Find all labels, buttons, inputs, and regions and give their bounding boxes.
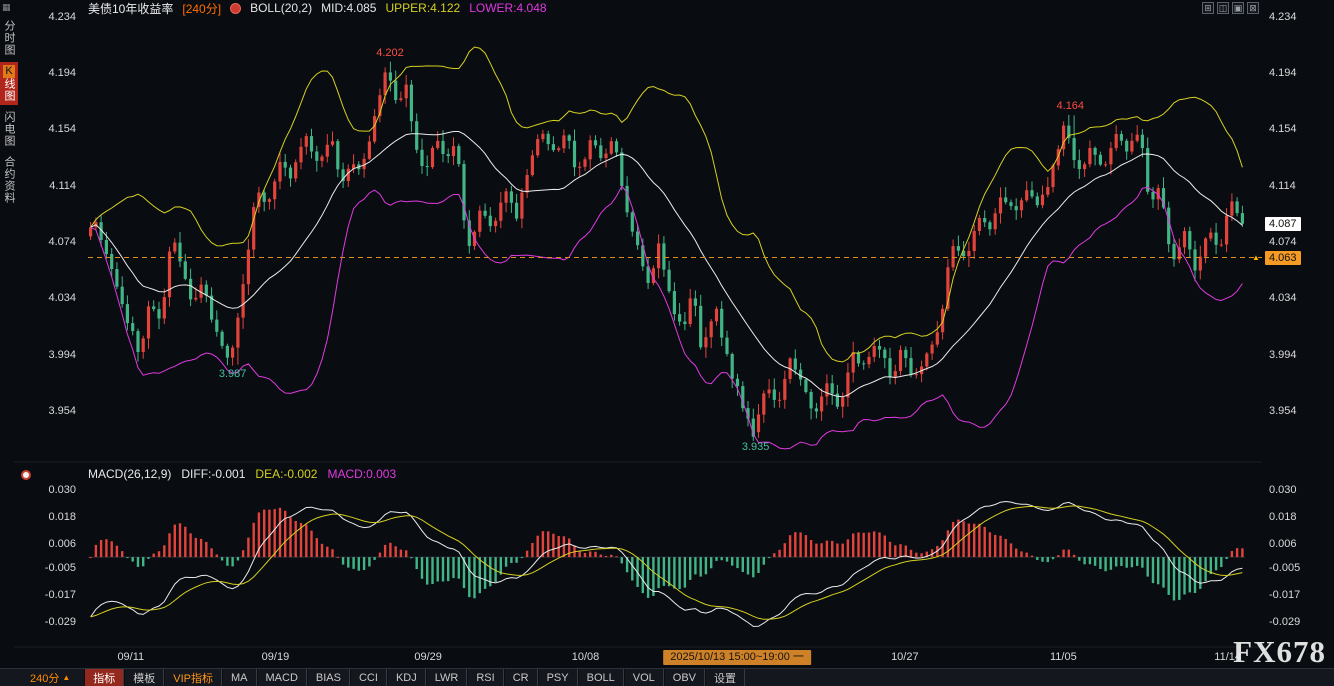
x-axis-label: 09/29	[414, 651, 442, 663]
toolbar-item-MA[interactable]: MA	[222, 669, 257, 686]
boll-lower-line	[91, 186, 1243, 449]
axis-tick: -0.029	[45, 616, 76, 628]
sidebar-tab-1[interactable]: 分时图	[0, 17, 18, 59]
timeframe-tag[interactable]: [240分]	[182, 0, 221, 17]
axis-tick: 4.114	[1269, 180, 1296, 192]
x-axis-label: 09/19	[262, 651, 290, 663]
axis-tick: 0.030	[1269, 484, 1297, 496]
macd-diff-value: DIFF:-0.001	[181, 467, 245, 481]
instrument-title: 美债10年收益率	[88, 0, 173, 17]
axis-tick: 4.234	[1269, 11, 1297, 23]
watermark: FX678	[1233, 634, 1326, 670]
grid-icon[interactable]: ▦	[2, 2, 13, 13]
toolbar-item-PSY[interactable]: PSY	[538, 669, 578, 686]
boll-upper-value: UPPER:4.122	[385, 1, 460, 15]
crosshair-date-tooltip: 2025/10/13 15:00~19:00 一	[663, 650, 811, 665]
axis-tick: 4.074	[1269, 236, 1297, 248]
toolbar-item-BIAS[interactable]: BIAS	[307, 669, 350, 686]
toolbar-item-RSI[interactable]: RSI	[467, 669, 503, 686]
toolbar-item-LWR[interactable]: LWR	[426, 669, 468, 686]
toolbar-item-VOL[interactable]: VOL	[624, 669, 664, 686]
sidebar-tab-3[interactable]: 闪电图	[0, 108, 18, 150]
axis-tick: 4.114	[49, 180, 76, 192]
boll-upper-line	[91, 47, 1243, 362]
period-selector[interactable]: 240分 ▲	[30, 669, 70, 686]
chevron-up-icon: ▲	[62, 673, 70, 682]
axis-tick: 0.018	[1269, 511, 1297, 523]
axis-tick: 4.154	[48, 123, 76, 135]
axis-tick: 4.194	[1269, 67, 1297, 79]
sidebar-tab-4[interactable]: 合约资料	[0, 153, 18, 207]
sidebar-tab-badge: K	[3, 65, 15, 78]
trading-app-window: ▦ 分时图 K线图闪电图合约资料 美债10年收益率 [240分] BOLL(20,…	[0, 0, 1334, 686]
x-axis-label: 10/08	[572, 651, 600, 663]
macd-histogram	[89, 508, 1243, 601]
indicator-pane-icon[interactable]	[21, 470, 31, 480]
axis-tick: 3.994	[48, 349, 76, 361]
macd-header: MACD(26,12,9) DIFF:-0.001 DEA:-0.002 MAC…	[88, 467, 396, 481]
axis-tick: 3.954	[1269, 405, 1297, 417]
indicator-toggle-icon[interactable]	[230, 3, 241, 14]
axis-tick: -0.017	[1269, 589, 1300, 601]
macd-hist-value: MACD:0.003	[327, 467, 396, 481]
axis-tick: 4.034	[48, 292, 76, 304]
axis-tick: 0.006	[1269, 538, 1297, 550]
price-annotation: 4.164	[1057, 100, 1085, 112]
axis-tick: 0.030	[48, 484, 76, 496]
axis-tick: 0.018	[48, 511, 76, 523]
x-axis-label: 09/11	[117, 651, 144, 663]
axis-tick: -0.029	[1269, 616, 1300, 628]
x-axis-label: 10/27	[891, 651, 919, 663]
axis-tick: 3.994	[1269, 349, 1297, 361]
indicator-tabs: 指标模板VIP指标MAMACDBIASCCIKDJLWRRSICRPSYBOLL…	[84, 669, 745, 686]
toolbar-item-BOLL[interactable]: BOLL	[578, 669, 624, 686]
right-price-axis: 4.234 4.194 4.154 4.114 4.074 4.034 3.994 3.954…	[1266, 0, 1332, 686]
axis-tick: 3.954	[48, 405, 76, 417]
sidebar-tab-2[interactable]: K线图	[0, 62, 18, 105]
toolbar-item-指标[interactable]: 指标	[84, 669, 124, 686]
macd-dea-value: DEA:-0.002	[255, 467, 317, 481]
toolbar-item-CR[interactable]: CR	[504, 669, 538, 686]
axis-tick: 4.154	[1269, 123, 1297, 135]
boll-mid-value: MID:4.085	[321, 1, 376, 15]
last-price-tag: 4.087	[1265, 217, 1301, 231]
chart-type-sidebar: 分时图 K线图闪电图合约资料	[0, 14, 15, 674]
toolbar-item-OBV[interactable]: OBV	[664, 669, 705, 686]
axis-tick: -0.017	[45, 589, 76, 601]
axis-tick: 4.034	[1269, 292, 1297, 304]
period-label: 240分	[30, 670, 59, 686]
bottom-toolbar: 240分 ▲ 指标模板VIP指标MAMACDBIASCCIKDJLWRRSICR…	[0, 668, 1334, 686]
axis-tick: 0.006	[48, 538, 76, 550]
boll-mid-line	[91, 132, 1243, 397]
toolbar-item-KDJ[interactable]: KDJ	[387, 669, 426, 686]
price-annotation: 3.987	[219, 368, 247, 380]
ref-price-tag: 4.063	[1265, 251, 1301, 265]
layout-split-icon[interactable]: ◫	[1217, 2, 1229, 14]
toolbar-item-MACD[interactable]: MACD	[257, 669, 307, 686]
window-layout-icons: ⊞◫▣⊠	[1202, 2, 1259, 14]
toolbar-item-设置[interactable]: 设置	[705, 669, 745, 686]
layout-grid-icon[interactable]: ⊞	[1202, 2, 1214, 14]
layout-single-icon[interactable]: ▣	[1232, 2, 1244, 14]
candles	[89, 62, 1244, 441]
x-axis-label: 11/05	[1050, 651, 1077, 663]
price-annotation: 3.935	[742, 441, 770, 453]
axis-tick: 4.194	[48, 67, 76, 79]
close-pane-icon[interactable]: ⊠	[1247, 2, 1259, 14]
ref-arrow-icon: ▲	[1252, 253, 1260, 262]
toolbar-item-VIP指标[interactable]: VIP指标	[164, 669, 222, 686]
chart-canvas[interactable]	[0, 0, 1334, 686]
axis-tick: -0.005	[45, 562, 76, 574]
axis-tick: 4.074	[48, 236, 76, 248]
macd-params-label: MACD(26,12,9)	[88, 467, 171, 481]
price-annotation: 4.202	[376, 47, 404, 59]
boll-label: BOLL(20,2)	[250, 1, 312, 15]
toolbar-item-模板[interactable]: 模板	[124, 669, 164, 686]
toolbar-item-CCI[interactable]: CCI	[350, 669, 387, 686]
axis-tick: 4.234	[48, 11, 76, 23]
left-price-axis: 4.234 4.194 4.154 4.114 4.074 4.034 3.994 3.954…	[14, 0, 80, 686]
axis-tick: -0.005	[1269, 562, 1300, 574]
chart-header: 美债10年收益率 [240分] BOLL(20,2) MID:4.085 UPP…	[88, 1, 547, 15]
boll-lower-value: LOWER:4.048	[469, 1, 546, 15]
